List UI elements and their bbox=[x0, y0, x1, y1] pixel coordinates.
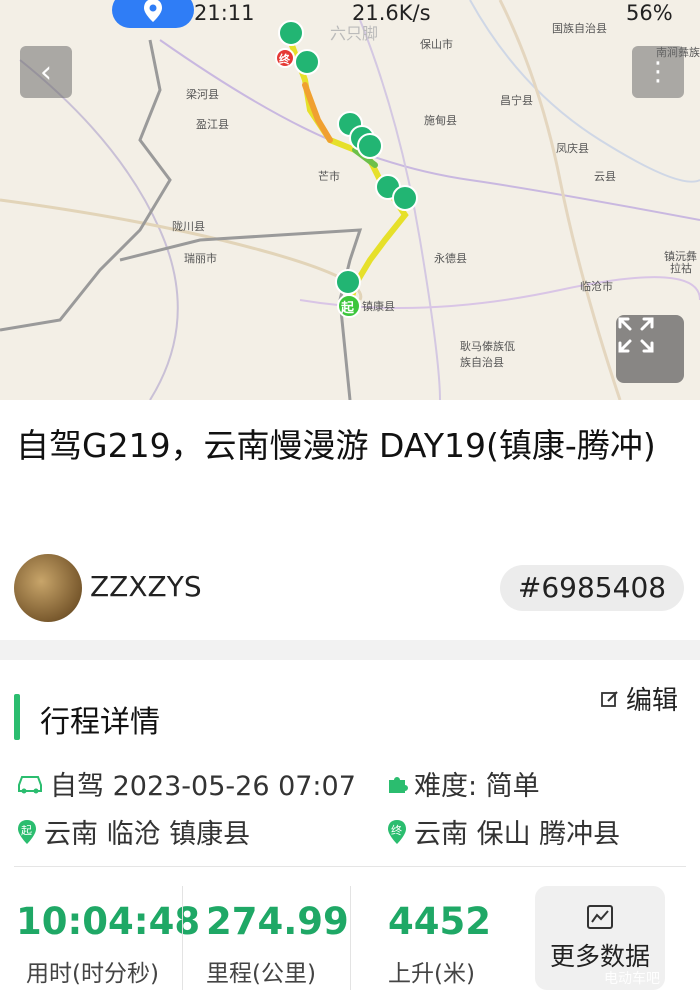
end-place: 云南 保山 腾冲县 bbox=[414, 819, 621, 850]
edit-icon bbox=[601, 690, 618, 707]
app-watermark: 电动车吧 bbox=[604, 971, 660, 987]
more-button[interactable]: ⋮ bbox=[632, 46, 684, 98]
route-map[interactable]: 保山市 国族自治县 南涧彝族 梁河县 昌宁县 盈江县 施甸县 凤庆县 云县 芒市… bbox=[0, 0, 700, 400]
map-label: 镇康县 bbox=[362, 300, 395, 313]
mode-date-text: 自驾 2023-05-26 07:07 bbox=[50, 771, 356, 802]
end-row: 终 云南 保山 腾冲县 bbox=[386, 812, 620, 851]
edit-button[interactable]: 编辑 bbox=[600, 680, 678, 717]
ascent-label: 上升(米) bbox=[388, 961, 475, 987]
map-label: 凤庆县 bbox=[556, 142, 589, 155]
start-pin-icon: 起 bbox=[16, 819, 38, 845]
map-label: 盈江县 bbox=[196, 118, 229, 131]
fullscreen-icon bbox=[618, 317, 654, 353]
trip-id-badge[interactable]: #6985408 bbox=[500, 565, 684, 611]
avatar[interactable] bbox=[14, 554, 82, 622]
status-battery: 56% bbox=[626, 1, 673, 25]
map-label: 耿马傣族佤族自治县 bbox=[460, 340, 515, 369]
section-accent-bar bbox=[14, 694, 20, 740]
stat-separator bbox=[182, 886, 183, 990]
edit-label: 编辑 bbox=[626, 686, 679, 716]
status-bar: 21:11 21.6K/s 56% bbox=[0, 0, 700, 30]
start-place: 云南 临沧 镇康县 bbox=[44, 819, 251, 850]
back-arrow-icon: ‹ bbox=[40, 54, 52, 90]
end-marker: 终 bbox=[279, 53, 290, 66]
start-marker: 起 bbox=[341, 301, 355, 316]
chart-icon bbox=[587, 905, 613, 929]
distance-label: 里程(公里) bbox=[206, 961, 316, 987]
trip-title: 自驾G219，云南慢漫游 DAY19(镇康-腾冲) bbox=[16, 426, 656, 465]
mode-date-row: 自驾 2023-05-26 07:07 bbox=[16, 764, 356, 803]
username[interactable]: ZZXZYS bbox=[90, 570, 202, 603]
distance-value: 274.99 bbox=[206, 900, 349, 943]
back-button[interactable]: ‹ bbox=[20, 46, 72, 98]
map-label: 梁河县 bbox=[186, 88, 219, 101]
divider bbox=[14, 866, 686, 867]
puzzle-icon bbox=[389, 776, 408, 793]
map-label: 临沧市 bbox=[580, 280, 613, 293]
map-label: 保山市 bbox=[420, 38, 453, 51]
map-label: 昌宁县 bbox=[500, 94, 533, 107]
more-dots-icon: ⋮ bbox=[645, 57, 671, 87]
ascent-value: 4452 bbox=[388, 900, 491, 943]
car-icon bbox=[18, 775, 42, 793]
map-label: 芒市 bbox=[318, 170, 340, 183]
difficulty-text: 难度: 简单 bbox=[414, 771, 540, 802]
stat-separator bbox=[350, 886, 351, 990]
end-pin-label: 终 bbox=[391, 823, 402, 837]
start-pin-label: 起 bbox=[21, 823, 32, 837]
start-row: 起 云南 临沧 镇康县 bbox=[16, 812, 250, 851]
fullscreen-button[interactable] bbox=[616, 315, 684, 383]
section-title: 行程详情 bbox=[40, 705, 160, 740]
map-label: 永德县 bbox=[434, 252, 467, 265]
map-label: 云县 bbox=[594, 170, 616, 183]
duration-value: 10:04:48 bbox=[16, 900, 201, 943]
map-label: 拉祜 bbox=[670, 262, 692, 275]
map-canvas bbox=[0, 0, 700, 400]
end-pin-icon: 终 bbox=[386, 819, 408, 845]
section-separator bbox=[0, 640, 700, 660]
map-label: 施甸县 bbox=[424, 114, 457, 127]
status-time: 21:11 bbox=[194, 1, 255, 25]
map-label: 陇川县 bbox=[172, 220, 205, 233]
difficulty-row: 难度: 简单 bbox=[386, 764, 540, 803]
status-net-speed: 21.6K/s bbox=[352, 1, 431, 25]
duration-label: 用时(时分秒) bbox=[26, 961, 159, 987]
map-label: 瑞丽市 bbox=[184, 252, 217, 265]
